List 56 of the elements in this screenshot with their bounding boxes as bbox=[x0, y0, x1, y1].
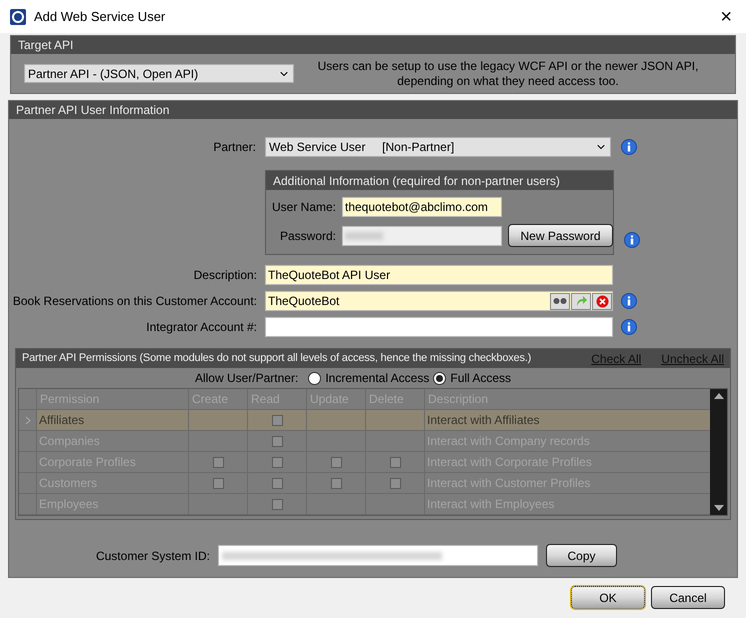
checkbox[interactable] bbox=[212, 478, 224, 488]
info-icon[interactable] bbox=[621, 293, 637, 309]
new-password-button[interactable]: New Password bbox=[508, 224, 613, 247]
description-label: Description: bbox=[192, 267, 257, 284]
password-field[interactable] bbox=[342, 226, 502, 246]
system-id-label: Customer System ID: bbox=[94, 548, 210, 564]
binoculars-icon bbox=[553, 297, 567, 305]
table-cell: Affiliates bbox=[36, 410, 188, 430]
checkbox[interactable] bbox=[330, 478, 342, 488]
checkbox[interactable] bbox=[272, 436, 282, 446]
partner-label: Partner: bbox=[212, 139, 256, 156]
close-icon bbox=[596, 294, 608, 308]
info-icon[interactable] bbox=[624, 232, 640, 248]
integrator-field[interactable] bbox=[265, 317, 613, 337]
arrow-icon bbox=[574, 295, 588, 307]
integrator-label: Integrator Account #: bbox=[145, 319, 257, 336]
password-label: Password: bbox=[278, 228, 336, 244]
checkbox[interactable] bbox=[390, 478, 400, 488]
scroll-up-icon[interactable] bbox=[714, 393, 724, 399]
arrow-button[interactable] bbox=[571, 292, 591, 310]
allow-label: Allow User/Partner: bbox=[194, 370, 298, 387]
close-button[interactable]: × bbox=[716, 6, 736, 26]
checkbox[interactable] bbox=[272, 498, 282, 510]
box-header: Additional Information (required for non-partner users) bbox=[266, 171, 613, 190]
binoculars-button[interactable] bbox=[550, 292, 570, 310]
scroll-down-icon[interactable] bbox=[714, 505, 724, 511]
checkbox[interactable] bbox=[272, 414, 282, 426]
dialog-button[interactable]: OK bbox=[571, 586, 645, 609]
checkbox[interactable] bbox=[272, 478, 282, 488]
scrollbar[interactable] bbox=[710, 389, 727, 515]
info-icon[interactable] bbox=[621, 139, 637, 155]
window-title: Add Web Service User bbox=[34, 8, 166, 26]
api-select[interactable]: Partner API - (JSON, Open API) bbox=[24, 64, 294, 83]
checkbox[interactable] bbox=[212, 456, 224, 468]
checkbox[interactable] bbox=[390, 456, 400, 468]
app-logo-icon bbox=[10, 8, 26, 24]
book-account-label: Book Reservations on this Customer Account: bbox=[12, 293, 257, 310]
access-radio[interactable]: Incremental Access bbox=[308, 369, 430, 387]
account-field[interactable]: TheQuoteBot bbox=[265, 291, 613, 311]
description-field[interactable]: TheQuoteBot API User bbox=[265, 265, 613, 285]
system-id-field[interactable] bbox=[218, 545, 538, 566]
clear-button[interactable] bbox=[592, 292, 612, 310]
api-note: Users can be setup to use the legacy WCF API or the newer JSON API, depending on what they need access too. bbox=[316, 58, 700, 88]
info-icon[interactable] bbox=[621, 319, 637, 335]
panel-header: Target API bbox=[11, 36, 735, 54]
panel-header: Partner API User Information bbox=[9, 101, 737, 119]
dialog-button[interactable]: Cancel bbox=[651, 586, 725, 609]
user-name-label: User Name: bbox=[270, 199, 336, 216]
user-name-field[interactable]: thequotebot@abclimo.com bbox=[342, 197, 502, 217]
permissions-title: Partner API Permissions (Some modules do not support all levels of access, hence the missing checkboxes.) bbox=[22, 351, 532, 366]
row-pointer-icon bbox=[24, 416, 30, 424]
copy-button[interactable]: Copy bbox=[546, 544, 617, 567]
checkbox[interactable] bbox=[272, 456, 282, 468]
access-radio[interactable]: Full Access bbox=[433, 369, 512, 387]
checkbox[interactable] bbox=[330, 456, 342, 468]
partner-select[interactable]: Web Service User [Non-Partner] bbox=[265, 137, 611, 157]
